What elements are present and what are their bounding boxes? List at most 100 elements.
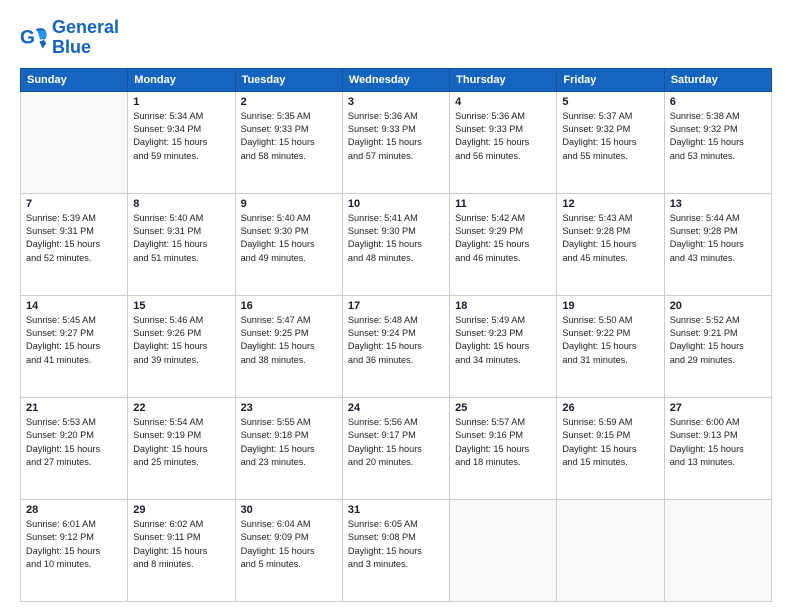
day-number: 17	[348, 300, 444, 312]
day-info: Sunrise: 5:46 AM Sunset: 9:26 PM Dayligh…	[133, 314, 229, 367]
day-number: 6	[670, 96, 766, 108]
day-info: Sunrise: 6:05 AM Sunset: 9:08 PM Dayligh…	[348, 518, 444, 571]
day-info: Sunrise: 5:40 AM Sunset: 9:30 PM Dayligh…	[241, 212, 337, 265]
calendar-header-wednesday: Wednesday	[342, 68, 449, 91]
page-header: G General Blue	[20, 18, 772, 58]
calendar-cell: 5Sunrise: 5:37 AM Sunset: 9:32 PM Daylig…	[557, 91, 664, 193]
calendar-cell: 26 Sunrise: 5:59 AM Sunset: 9:15 PM Dayli…	[557, 397, 664, 499]
calendar-cell: 7 Sunrise: 5:39 AM Sunset: 9:31 PM Daylig…	[21, 193, 128, 295]
day-info: Sunrise: 5:57 AM Sunset: 9:16 PM Dayligh…	[455, 416, 551, 469]
day-number: 15	[133, 300, 229, 312]
day-number: 19	[562, 300, 658, 312]
calendar-table: SundayMondayTuesdayWednesdayThursdayFrid…	[20, 68, 772, 602]
calendar-cell: 10 Sunrise: 5:41 AM Sunset: 9:30 PM Dayli…	[342, 193, 449, 295]
day-info: Sunrise: 5:49 AM Sunset: 9:23 PM Dayligh…	[455, 314, 551, 367]
day-number: 3	[348, 96, 444, 108]
day-number: 27	[670, 402, 766, 414]
calendar-cell: 8 Sunrise: 5:40 AM Sunset: 9:31 PM Daylig…	[128, 193, 235, 295]
day-info: Sunrise: 5:50 AM Sunset: 9:22 PM Dayligh…	[562, 314, 658, 367]
day-number: 31	[348, 504, 444, 516]
calendar-header-sunday: Sunday	[21, 68, 128, 91]
calendar-week-5: 28 Sunrise: 6:01 AM Sunset: 9:12 PM Dayli…	[21, 499, 772, 601]
calendar-cell	[664, 499, 771, 601]
day-info: Sunrise: 5:43 AM Sunset: 9:28 PM Dayligh…	[562, 212, 658, 265]
day-info: Sunrise: 6:04 AM Sunset: 9:09 PM Dayligh…	[241, 518, 337, 571]
svg-text:G: G	[20, 27, 35, 48]
day-info: Sunrise: 5:42 AM Sunset: 9:29 PM Dayligh…	[455, 212, 551, 265]
calendar-cell: 20Sunrise: 5:52 AM Sunset: 9:21 PM Dayli…	[664, 295, 771, 397]
day-number: 8	[133, 198, 229, 210]
calendar-header-monday: Monday	[128, 68, 235, 91]
day-number: 2	[241, 96, 337, 108]
calendar-cell: 22Sunrise: 5:54 AM Sunset: 9:19 PM Dayli…	[128, 397, 235, 499]
logo-text-line1: General	[52, 18, 119, 38]
day-number: 21	[26, 402, 122, 414]
day-number: 9	[241, 198, 337, 210]
calendar-cell: 19 Sunrise: 5:50 AM Sunset: 9:22 PM Dayli…	[557, 295, 664, 397]
day-number: 1	[133, 96, 229, 108]
calendar-week-3: 14Sunrise: 5:45 AM Sunset: 9:27 PM Dayli…	[21, 295, 772, 397]
day-info: Sunrise: 5:39 AM Sunset: 9:31 PM Dayligh…	[26, 212, 122, 265]
day-info: Sunrise: 5:37 AM Sunset: 9:32 PM Dayligh…	[562, 110, 658, 163]
day-number: 28	[26, 504, 122, 516]
calendar-cell: 2 Sunrise: 5:35 AM Sunset: 9:33 PM Daylig…	[235, 91, 342, 193]
calendar-week-1: 1 Sunrise: 5:34 AM Sunset: 9:34 PM Daylig…	[21, 91, 772, 193]
day-number: 13	[670, 198, 766, 210]
calendar-cell: 16Sunrise: 5:47 AM Sunset: 9:25 PM Dayli…	[235, 295, 342, 397]
day-number: 12	[562, 198, 658, 210]
day-number: 24	[348, 402, 444, 414]
calendar-cell: 14Sunrise: 5:45 AM Sunset: 9:27 PM Dayli…	[21, 295, 128, 397]
calendar-cell: 28 Sunrise: 6:01 AM Sunset: 9:12 PM Dayli…	[21, 499, 128, 601]
calendar-cell: 15 Sunrise: 5:46 AM Sunset: 9:26 PM Dayli…	[128, 295, 235, 397]
day-info: Sunrise: 5:38 AM Sunset: 9:32 PM Dayligh…	[670, 110, 766, 163]
day-info: Sunrise: 5:59 AM Sunset: 9:15 PM Dayligh…	[562, 416, 658, 469]
calendar-header-thursday: Thursday	[450, 68, 557, 91]
calendar-header-row: SundayMondayTuesdayWednesdayThursdayFrid…	[21, 68, 772, 91]
day-number: 30	[241, 504, 337, 516]
calendar-cell: 11 Sunrise: 5:42 AM Sunset: 9:29 PM Dayli…	[450, 193, 557, 295]
day-number: 11	[455, 198, 551, 210]
calendar-header-saturday: Saturday	[664, 68, 771, 91]
day-number: 18	[455, 300, 551, 312]
day-info: Sunrise: 6:02 AM Sunset: 9:11 PM Dayligh…	[133, 518, 229, 571]
day-info: Sunrise: 5:48 AM Sunset: 9:24 PM Dayligh…	[348, 314, 444, 367]
calendar-cell: 24 Sunrise: 5:56 AM Sunset: 9:17 PM Dayli…	[342, 397, 449, 499]
calendar-cell: 6 Sunrise: 5:38 AM Sunset: 9:32 PM Daylig…	[664, 91, 771, 193]
day-number: 10	[348, 198, 444, 210]
calendar-cell: 23Sunrise: 5:55 AM Sunset: 9:18 PM Dayli…	[235, 397, 342, 499]
day-info: Sunrise: 5:34 AM Sunset: 9:34 PM Dayligh…	[133, 110, 229, 163]
calendar-cell: 18 Sunrise: 5:49 AM Sunset: 9:23 PM Dayli…	[450, 295, 557, 397]
logo-icon: G	[20, 24, 48, 52]
calendar-cell: 30 Sunrise: 6:04 AM Sunset: 9:09 PM Dayli…	[235, 499, 342, 601]
day-info: Sunrise: 5:36 AM Sunset: 9:33 PM Dayligh…	[455, 110, 551, 163]
calendar-cell: 27 Sunrise: 6:00 AM Sunset: 9:13 PM Dayli…	[664, 397, 771, 499]
day-info: Sunrise: 6:00 AM Sunset: 9:13 PM Dayligh…	[670, 416, 766, 469]
calendar-header-tuesday: Tuesday	[235, 68, 342, 91]
calendar-cell: 25 Sunrise: 5:57 AM Sunset: 9:16 PM Dayli…	[450, 397, 557, 499]
day-number: 14	[26, 300, 122, 312]
day-number: 25	[455, 402, 551, 414]
calendar-cell: 21Sunrise: 5:53 AM Sunset: 9:20 PM Dayli…	[21, 397, 128, 499]
day-number: 4	[455, 96, 551, 108]
calendar-cell: 4 Sunrise: 5:36 AM Sunset: 9:33 PM Daylig…	[450, 91, 557, 193]
day-info: Sunrise: 5:56 AM Sunset: 9:17 PM Dayligh…	[348, 416, 444, 469]
calendar-cell: 9 Sunrise: 5:40 AM Sunset: 9:30 PM Daylig…	[235, 193, 342, 295]
day-number: 20	[670, 300, 766, 312]
day-info: Sunrise: 5:36 AM Sunset: 9:33 PM Dayligh…	[348, 110, 444, 163]
calendar-week-4: 21Sunrise: 5:53 AM Sunset: 9:20 PM Dayli…	[21, 397, 772, 499]
calendar-header-friday: Friday	[557, 68, 664, 91]
day-number: 22	[133, 402, 229, 414]
day-number: 23	[241, 402, 337, 414]
calendar-cell: 29Sunrise: 6:02 AM Sunset: 9:11 PM Dayli…	[128, 499, 235, 601]
day-info: Sunrise: 5:44 AM Sunset: 9:28 PM Dayligh…	[670, 212, 766, 265]
day-info: Sunrise: 5:41 AM Sunset: 9:30 PM Dayligh…	[348, 212, 444, 265]
day-info: Sunrise: 6:01 AM Sunset: 9:12 PM Dayligh…	[26, 518, 122, 571]
calendar-cell	[450, 499, 557, 601]
day-info: Sunrise: 5:40 AM Sunset: 9:31 PM Dayligh…	[133, 212, 229, 265]
logo-text-line2: Blue	[52, 38, 119, 58]
day-info: Sunrise: 5:35 AM Sunset: 9:33 PM Dayligh…	[241, 110, 337, 163]
calendar-cell: 31 Sunrise: 6:05 AM Sunset: 9:08 PM Dayli…	[342, 499, 449, 601]
logo: G General Blue	[20, 18, 119, 58]
day-number: 26	[562, 402, 658, 414]
day-number: 7	[26, 198, 122, 210]
